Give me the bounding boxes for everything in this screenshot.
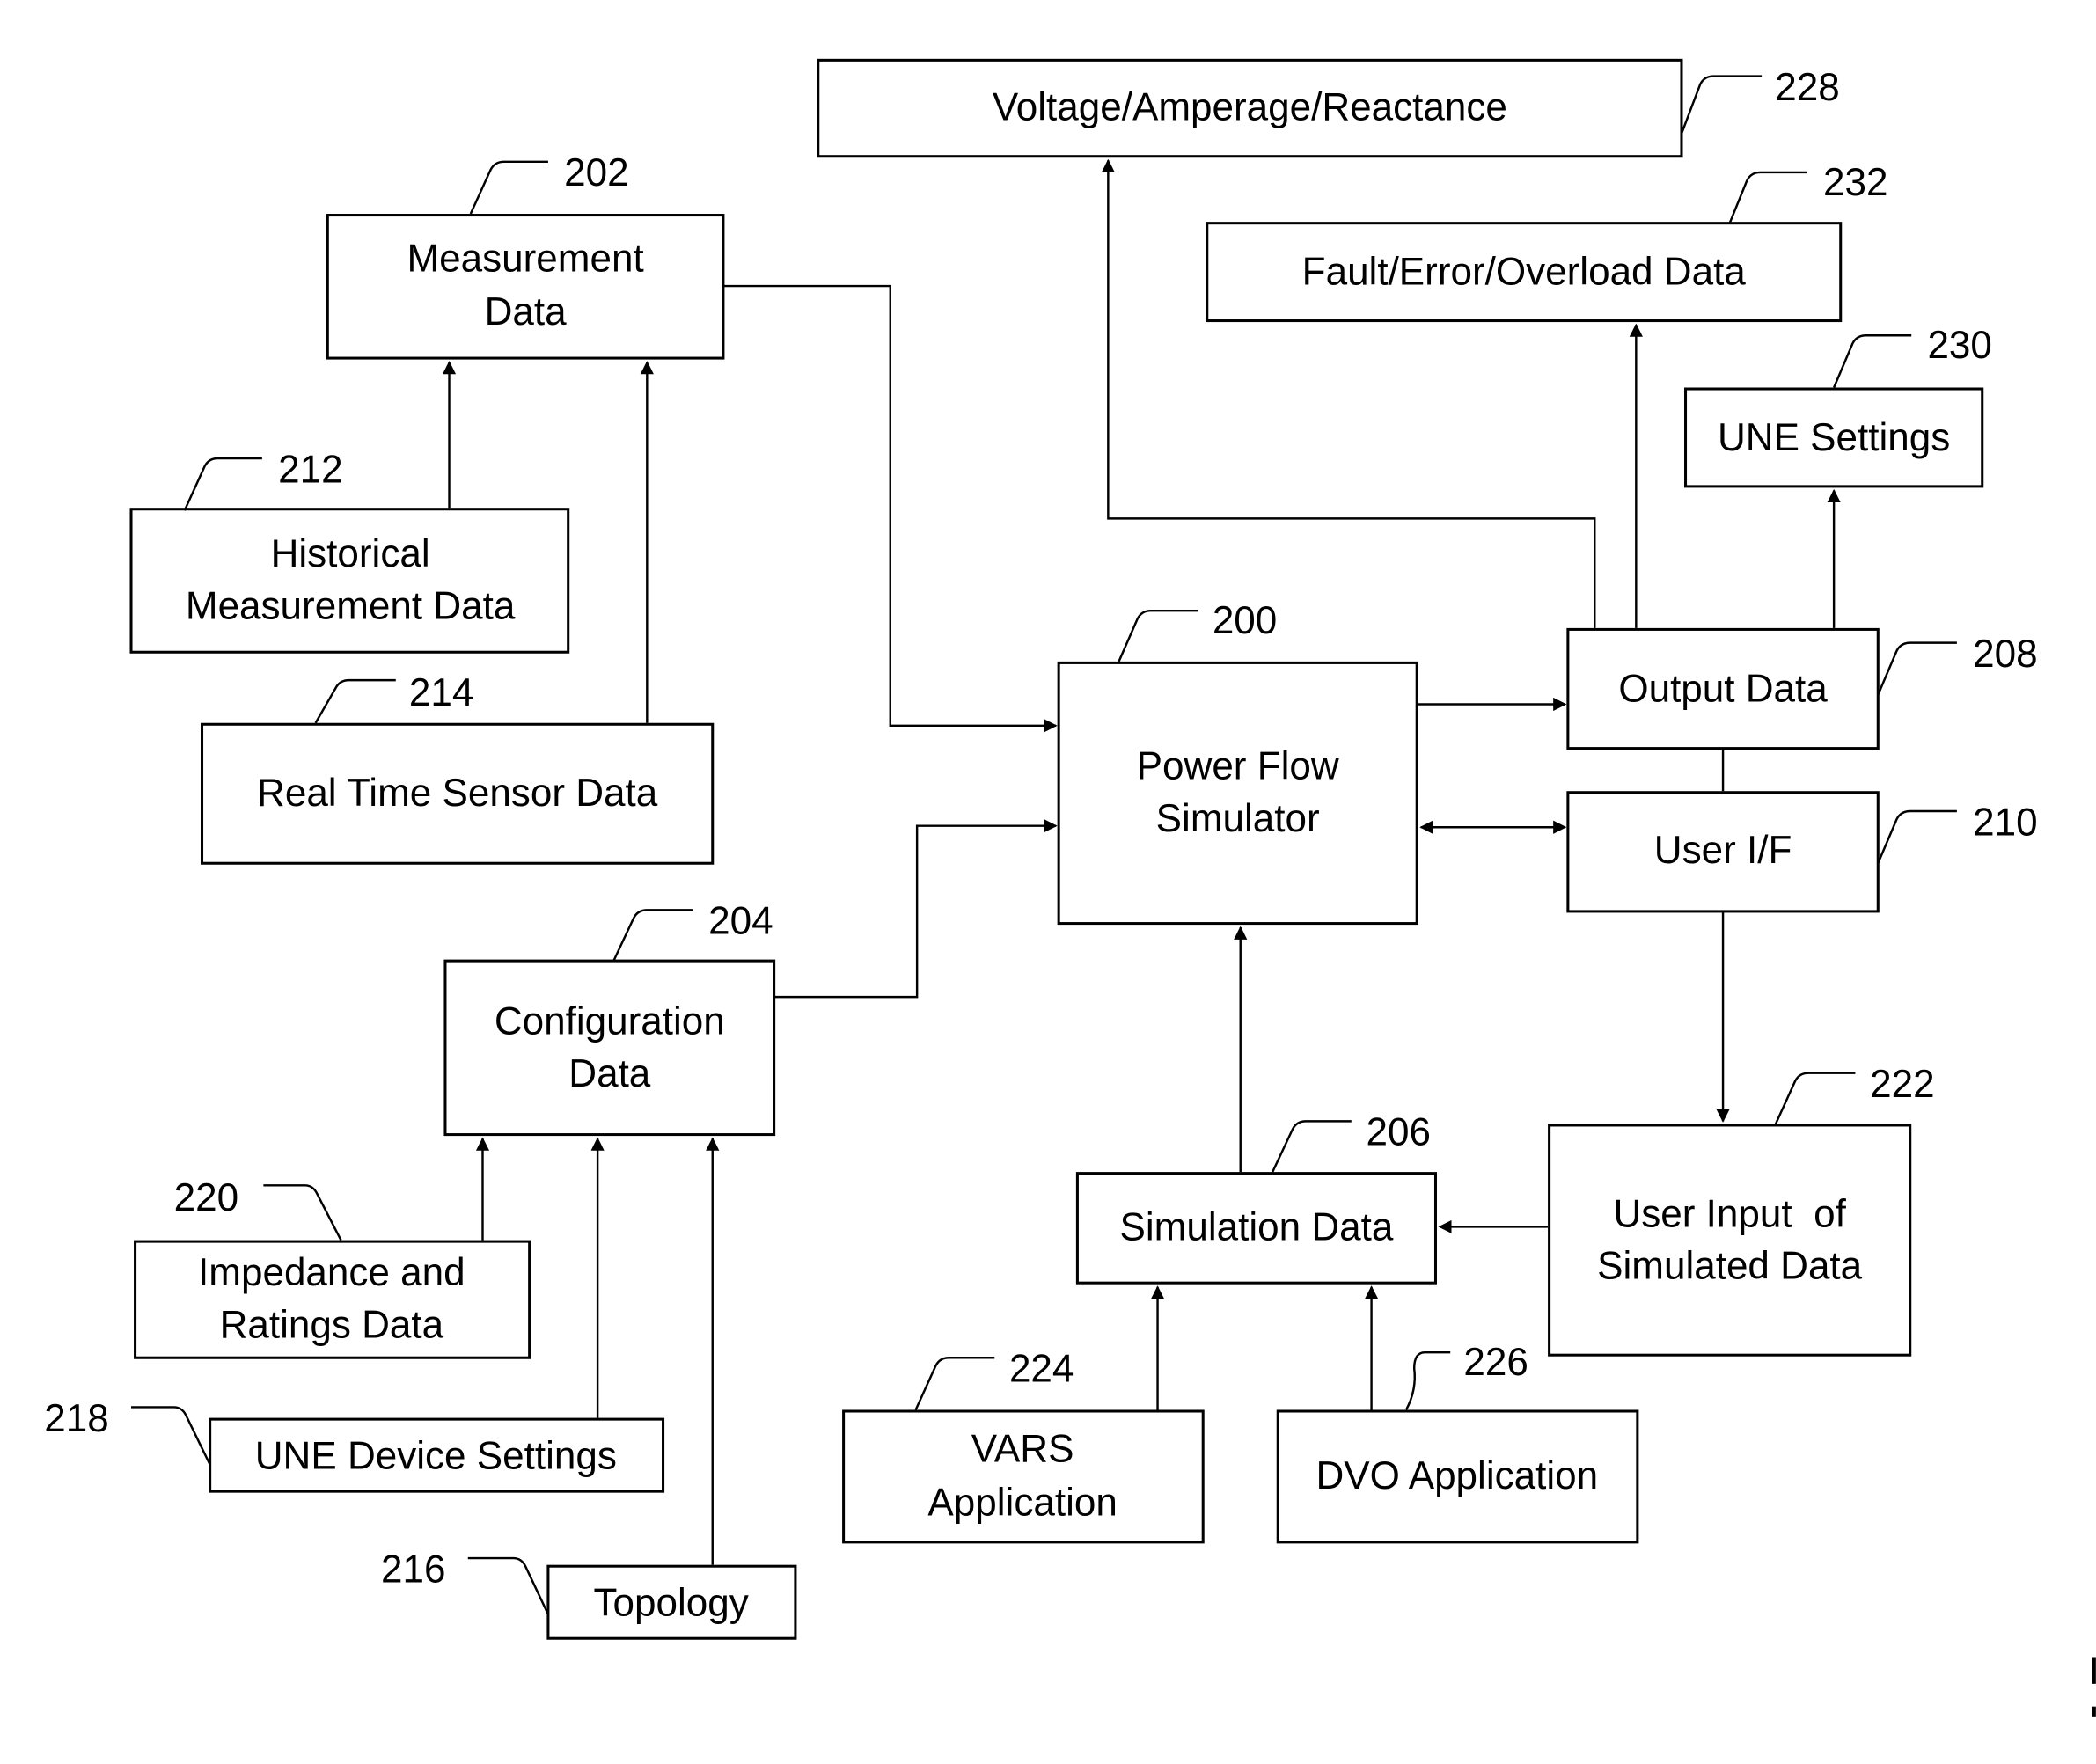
- node-label: User Input of: [1613, 1192, 1846, 1235]
- node-label: Historical: [271, 532, 430, 575]
- node-une-settings: UNE Settings: [1684, 387, 1984, 488]
- node-real-time-sensor-data: Real Time Sensor Data: [200, 722, 715, 865]
- node-user-if: User I/F: [1566, 791, 1880, 913]
- ref-208: 208: [1973, 633, 2037, 676]
- node-label: UNE Settings: [1718, 416, 1950, 459]
- node-label: Ratings Data: [220, 1303, 444, 1346]
- node-historical-measurement-data: Historical Measurement Data: [129, 508, 570, 654]
- clipped-margin-marks: [2092, 1657, 2096, 1717]
- node-label: Data: [485, 290, 568, 333]
- ref-204: 204: [708, 900, 773, 943]
- node-label: VARS: [971, 1428, 1074, 1471]
- ref-226: 226: [1463, 1341, 1528, 1384]
- ref-224: 224: [1009, 1348, 1074, 1391]
- node-user-input-simulated-data: User Input of Simulated Data: [1548, 1124, 1912, 1357]
- node-une-device-settings: UNE Device Settings: [209, 1417, 665, 1493]
- node-impedance-ratings-data: Impedance and Ratings Data: [134, 1240, 531, 1359]
- ref-210: 210: [1973, 801, 2037, 844]
- ref-202: 202: [564, 151, 628, 194]
- ref-220: 220: [174, 1176, 238, 1219]
- node-label: Configuration: [495, 1000, 725, 1043]
- edge-measurement-to-simulator: [722, 284, 1058, 733]
- node-label: Data: [568, 1052, 651, 1095]
- node-label: Output Data: [1618, 667, 1828, 710]
- ref-200: 200: [1213, 599, 1277, 642]
- node-label: Simulation Data: [1120, 1206, 1394, 1249]
- node-label: User I/F: [1654, 829, 1792, 872]
- node-measurement-data: Measurement Data: [326, 214, 725, 360]
- node-label: Fault/Error/Overload Data: [1302, 251, 1747, 294]
- node-label: Voltage/Amperage/Reactance: [993, 86, 1507, 129]
- node-label: DVO Application: [1315, 1454, 1598, 1497]
- node-label: Real Time Sensor Data: [257, 772, 658, 815]
- node-output-data: Output Data: [1566, 627, 1880, 750]
- node-label: UNE Device Settings: [255, 1434, 617, 1477]
- node-label: Topology: [594, 1581, 749, 1624]
- ref-218: 218: [44, 1397, 108, 1440]
- node-label: Power Flow: [1137, 745, 1339, 788]
- node-label: Simulated Data: [1597, 1245, 1863, 1288]
- node-fault-error-overload-data: Fault/Error/Overload Data: [1206, 222, 1843, 323]
- node-label: Simulator: [1156, 797, 1320, 840]
- edge-configuration-to-simulator: [773, 819, 1058, 999]
- ref-214: 214: [409, 671, 473, 714]
- node-vars-application: VARS Application: [842, 1409, 1205, 1544]
- node-label: Measurement Data: [186, 584, 516, 627]
- ref-222: 222: [1870, 1063, 1934, 1106]
- ref-228: 228: [1775, 66, 1839, 109]
- ref-232: 232: [1823, 161, 1887, 204]
- ref-212: 212: [278, 448, 342, 491]
- ref-216: 216: [381, 1548, 445, 1591]
- block-diagram: marker path{} Voltage/Amperage/Reactance…: [44, 58, 2096, 1717]
- node-voltage-amperage-reactance: Voltage/Amperage/Reactance: [817, 58, 1683, 158]
- node-configuration-data: Configuration Data: [443, 959, 776, 1137]
- ref-230: 230: [1927, 324, 1991, 367]
- node-power-flow-simulator: Power Flow Simulator: [1057, 661, 1418, 926]
- ref-206: 206: [1367, 1111, 1431, 1154]
- node-label: Measurement: [407, 237, 643, 280]
- node-label: Impedance and: [198, 1251, 465, 1294]
- node-topology: Topology: [546, 1564, 797, 1640]
- node-label: Application: [927, 1481, 1117, 1524]
- node-simulation-data: Simulation Data: [1075, 1172, 1438, 1285]
- node-dvo-application: DVO Application: [1276, 1409, 1639, 1544]
